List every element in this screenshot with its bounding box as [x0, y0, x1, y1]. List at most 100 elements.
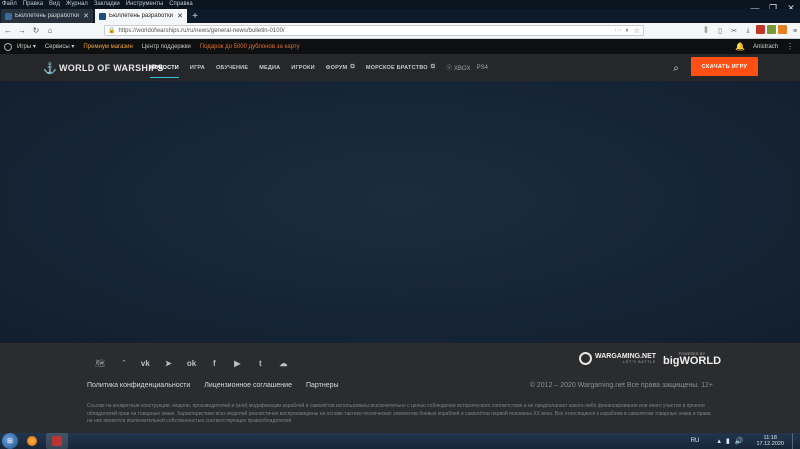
- twitter-icon[interactable]: t: [256, 359, 265, 368]
- vk-icon[interactable]: vk: [141, 359, 150, 368]
- toolbar-extensions: ⫼ ▯ ✂ ⤓ ≡: [700, 25, 800, 37]
- world-map-icon[interactable]: 🗺: [95, 359, 114, 368]
- site-navigation: ⚓ WORLD OF WARSHIPS НОВОСТИ ИГРА ОБУЧЕНИ…: [0, 54, 800, 81]
- nav-brotherhood[interactable]: МОРСКОЕ БРАТСТВО ⧉: [366, 54, 435, 81]
- partners-link[interactable]: Партнеры: [306, 382, 339, 389]
- more-icon[interactable]: ⋮: [786, 42, 794, 51]
- nav-game[interactable]: ИГРА: [190, 54, 205, 81]
- privacy-policy-link[interactable]: Политика конфиденциальности: [87, 382, 190, 389]
- xbox-link[interactable]: ⓧ XBOX: [446, 63, 470, 72]
- nav-learning[interactable]: ОБУЧЕНИЕ: [216, 54, 248, 81]
- site-footer: 🗺 ⌃ vk ➤ ok f ▶ t ☁ WARGAMING.NET LET'S …: [0, 343, 800, 433]
- wargaming-tagline: LET'S BATTLE: [623, 360, 657, 364]
- tab-title: Бюллетень разработки обно...: [15, 13, 80, 19]
- telegram-icon[interactable]: ➤: [164, 359, 173, 368]
- system-tray: RU ▴ ▮ 🔊 11:18 17.12.2020: [691, 433, 798, 449]
- download-game-button[interactable]: СКАЧАТЬ ИГРУ: [691, 57, 758, 76]
- start-button[interactable]: ⊞: [2, 433, 18, 449]
- game-center-icon: [52, 436, 62, 446]
- tab-close-icon[interactable]: ✕: [177, 12, 183, 20]
- lock-icon: 🔒: [108, 28, 116, 34]
- taskbar-firefox[interactable]: [21, 433, 43, 449]
- facebook-icon[interactable]: f: [210, 359, 219, 368]
- clock-date: 17.12.2020: [756, 441, 784, 447]
- wargaming-logo-icon[interactable]: [4, 42, 12, 51]
- menu-bookmarks[interactable]: Закладки: [94, 0, 120, 9]
- menu-edit[interactable]: Правка: [23, 0, 43, 9]
- new-tab-icon[interactable]: +: [189, 9, 201, 23]
- download-icon[interactable]: ⤓: [742, 25, 754, 37]
- anchor-icon: ⚓: [43, 62, 57, 75]
- bigworld-brand[interactable]: POWERED BY bigWORLD: [663, 352, 721, 367]
- menu-tools[interactable]: Инструменты: [126, 0, 163, 9]
- wargaming-logo-icon: [579, 352, 592, 365]
- nav-news[interactable]: НОВОСТИ: [150, 54, 179, 81]
- search-icon[interactable]: ⌕: [669, 61, 683, 75]
- bell-icon[interactable]: 🔔: [735, 42, 745, 51]
- tray-arrow-icon[interactable]: ▴: [717, 437, 721, 445]
- network-icon[interactable]: ▮: [726, 437, 730, 445]
- menu-file[interactable]: Файл: [2, 0, 17, 9]
- nav-forum[interactable]: ФОРУМ ⧉: [326, 54, 355, 81]
- social-links: 🗺 ⌃ vk ➤ ok f ▶ t ☁: [95, 356, 302, 370]
- nav-media[interactable]: МЕДИА: [259, 54, 280, 81]
- tab-strip: Бюллетень разработки обно... ✕ Бюллетень…: [0, 9, 800, 23]
- tab-bulletin-2[interactable]: Бюллетень разработки обно... ✕: [95, 9, 187, 23]
- youtube-icon[interactable]: ▶: [233, 359, 242, 368]
- favicon-icon: [5, 12, 12, 20]
- tab-bulletin-1[interactable]: Бюллетень разработки обно... ✕: [1, 9, 93, 23]
- footer-links: Политика конфиденциальности Лицензионное…: [87, 382, 353, 389]
- browser-menubar: Файл Правка Вид Журнал Закладки Инструме…: [0, 0, 800, 9]
- wgbar-user-area: 🔔 Anistrach ⋮: [735, 39, 794, 54]
- back-icon[interactable]: ←: [2, 25, 14, 37]
- extension-orange-icon[interactable]: [778, 25, 787, 34]
- menu-hamburger-icon[interactable]: ≡: [789, 25, 800, 37]
- wargaming-brand[interactable]: WARGAMING.NET LET'S BATTLE: [579, 352, 656, 365]
- volume-icon[interactable]: 🔊: [735, 437, 744, 445]
- disclaimer-text: Ссылки на конкретные конструкции, модели…: [87, 403, 711, 424]
- premium-shop-link[interactable]: Премиум магазин: [83, 44, 132, 50]
- external-link-icon: ⧉: [430, 64, 436, 70]
- menu-view[interactable]: Вид: [49, 0, 60, 9]
- firefox-icon: [27, 436, 37, 446]
- main-content: [0, 81, 800, 343]
- license-agreement-link[interactable]: Лицензионное соглашение: [204, 382, 292, 389]
- page-actions-icon[interactable]: ···: [614, 27, 621, 34]
- pocket-icon[interactable]: ◐: [625, 27, 629, 34]
- library-icon[interactable]: ⫼: [700, 25, 712, 37]
- promo-link[interactable]: Подарок до 5000 дублонов за карту: [200, 44, 300, 50]
- extension-red-icon[interactable]: [756, 25, 765, 34]
- clock[interactable]: 11:18 17.12.2020: [756, 435, 784, 447]
- navigation-toolbar: ← → ↻ ⌂ 🔒 https://worldofwarships.ru/ru/…: [0, 23, 800, 39]
- screenshot-icon[interactable]: ✂: [728, 25, 740, 37]
- chevron-up-icon[interactable]: ⌃: [121, 359, 127, 367]
- taskbar-wg-center[interactable]: [46, 433, 68, 449]
- ps4-link[interactable]: PS4: [477, 65, 488, 71]
- support-link[interactable]: Центр поддержки: [142, 44, 191, 50]
- odnoklassniki-icon[interactable]: ok: [187, 359, 196, 368]
- language-indicator[interactable]: RU: [691, 438, 700, 444]
- games-dropdown[interactable]: Игры ▾: [17, 43, 36, 50]
- wargaming-name: WARGAMING.NET: [595, 353, 657, 360]
- reload-icon[interactable]: ↻: [30, 25, 42, 37]
- username[interactable]: Anistrach: [753, 44, 778, 50]
- external-link-icon: ⧉: [350, 64, 355, 70]
- services-dropdown[interactable]: Сервисы ▾: [45, 43, 75, 50]
- home-icon[interactable]: ⌂: [44, 25, 56, 37]
- url-bar[interactable]: 🔒 https://worldofwarships.ru/ru/news/gen…: [104, 25, 644, 36]
- tab-close-icon[interactable]: ✕: [83, 12, 89, 20]
- soundcloud-icon[interactable]: ☁: [279, 359, 288, 368]
- favicon-icon: [99, 12, 106, 20]
- menu-history[interactable]: Журнал: [66, 0, 88, 9]
- nav-players[interactable]: ИГРОКИ: [291, 54, 314, 81]
- world-of-warships-logo[interactable]: ⚓ WORLD OF WARSHIPS: [43, 61, 164, 75]
- url-text: https://worldofwarships.ru/ru/news/gener…: [118, 27, 285, 34]
- extension-green-icon[interactable]: [767, 25, 776, 34]
- wargaming-topbar: Игры ▾ Сервисы ▾ Премиум магазин Центр п…: [0, 39, 800, 54]
- bookmark-star-icon[interactable]: ☆: [634, 27, 640, 35]
- forward-icon[interactable]: →: [16, 25, 28, 37]
- show-desktop-button[interactable]: [792, 433, 798, 449]
- sidebar-icon[interactable]: ▯: [714, 25, 726, 37]
- main-nav: НОВОСТИ ИГРА ОБУЧЕНИЕ МЕДИА ИГРОКИ ФОРУМ…: [150, 54, 494, 81]
- menu-help[interactable]: Справка: [169, 0, 193, 9]
